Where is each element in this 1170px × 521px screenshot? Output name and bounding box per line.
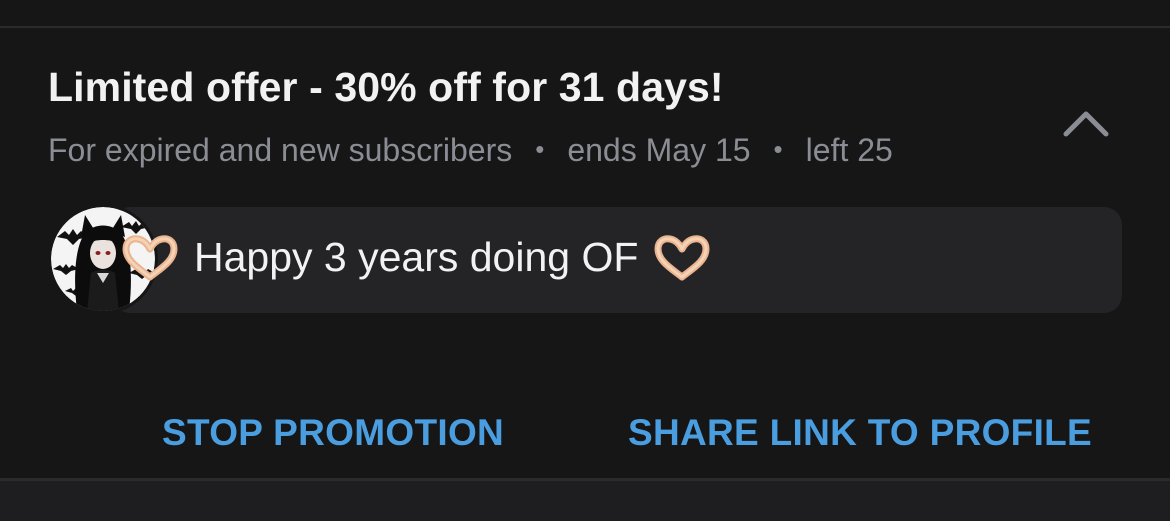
promotion-end-date: ends May 15 xyxy=(567,132,751,168)
promotion-message-row: Happy 3 years doing OF xyxy=(48,204,1124,314)
promotion-title: Limited offer - 30% off for 31 days! xyxy=(48,64,724,110)
share-profile-link-button[interactable]: SHARE LINK TO PROFILE xyxy=(628,412,1092,454)
promotion-message: Happy 3 years doing OF xyxy=(120,234,712,281)
promotion-card: Limited offer - 30% off for 31 days! For… xyxy=(0,28,1170,478)
promotion-audience: For expired and new subscribers xyxy=(48,132,513,168)
collapse-button[interactable] xyxy=(1056,100,1116,144)
meta-separator: • xyxy=(773,134,783,164)
heart-hands-icon xyxy=(654,234,710,280)
heart-hands-icon xyxy=(122,234,178,280)
stop-promotion-button[interactable]: STOP PROMOTION xyxy=(162,412,504,454)
meta-separator: • xyxy=(535,134,545,164)
promotion-actions: STOP PROMOTION SHARE LINK TO PROFILE xyxy=(0,412,1170,462)
promotion-message-text: Happy 3 years doing OF xyxy=(194,234,639,280)
promotion-remaining: left 25 xyxy=(805,132,893,168)
top-divider xyxy=(0,0,1170,28)
bottom-divider xyxy=(0,478,1170,521)
chevron-up-icon xyxy=(1063,111,1109,137)
promotion-meta: For expired and new subscribers • ends May… xyxy=(48,132,893,169)
